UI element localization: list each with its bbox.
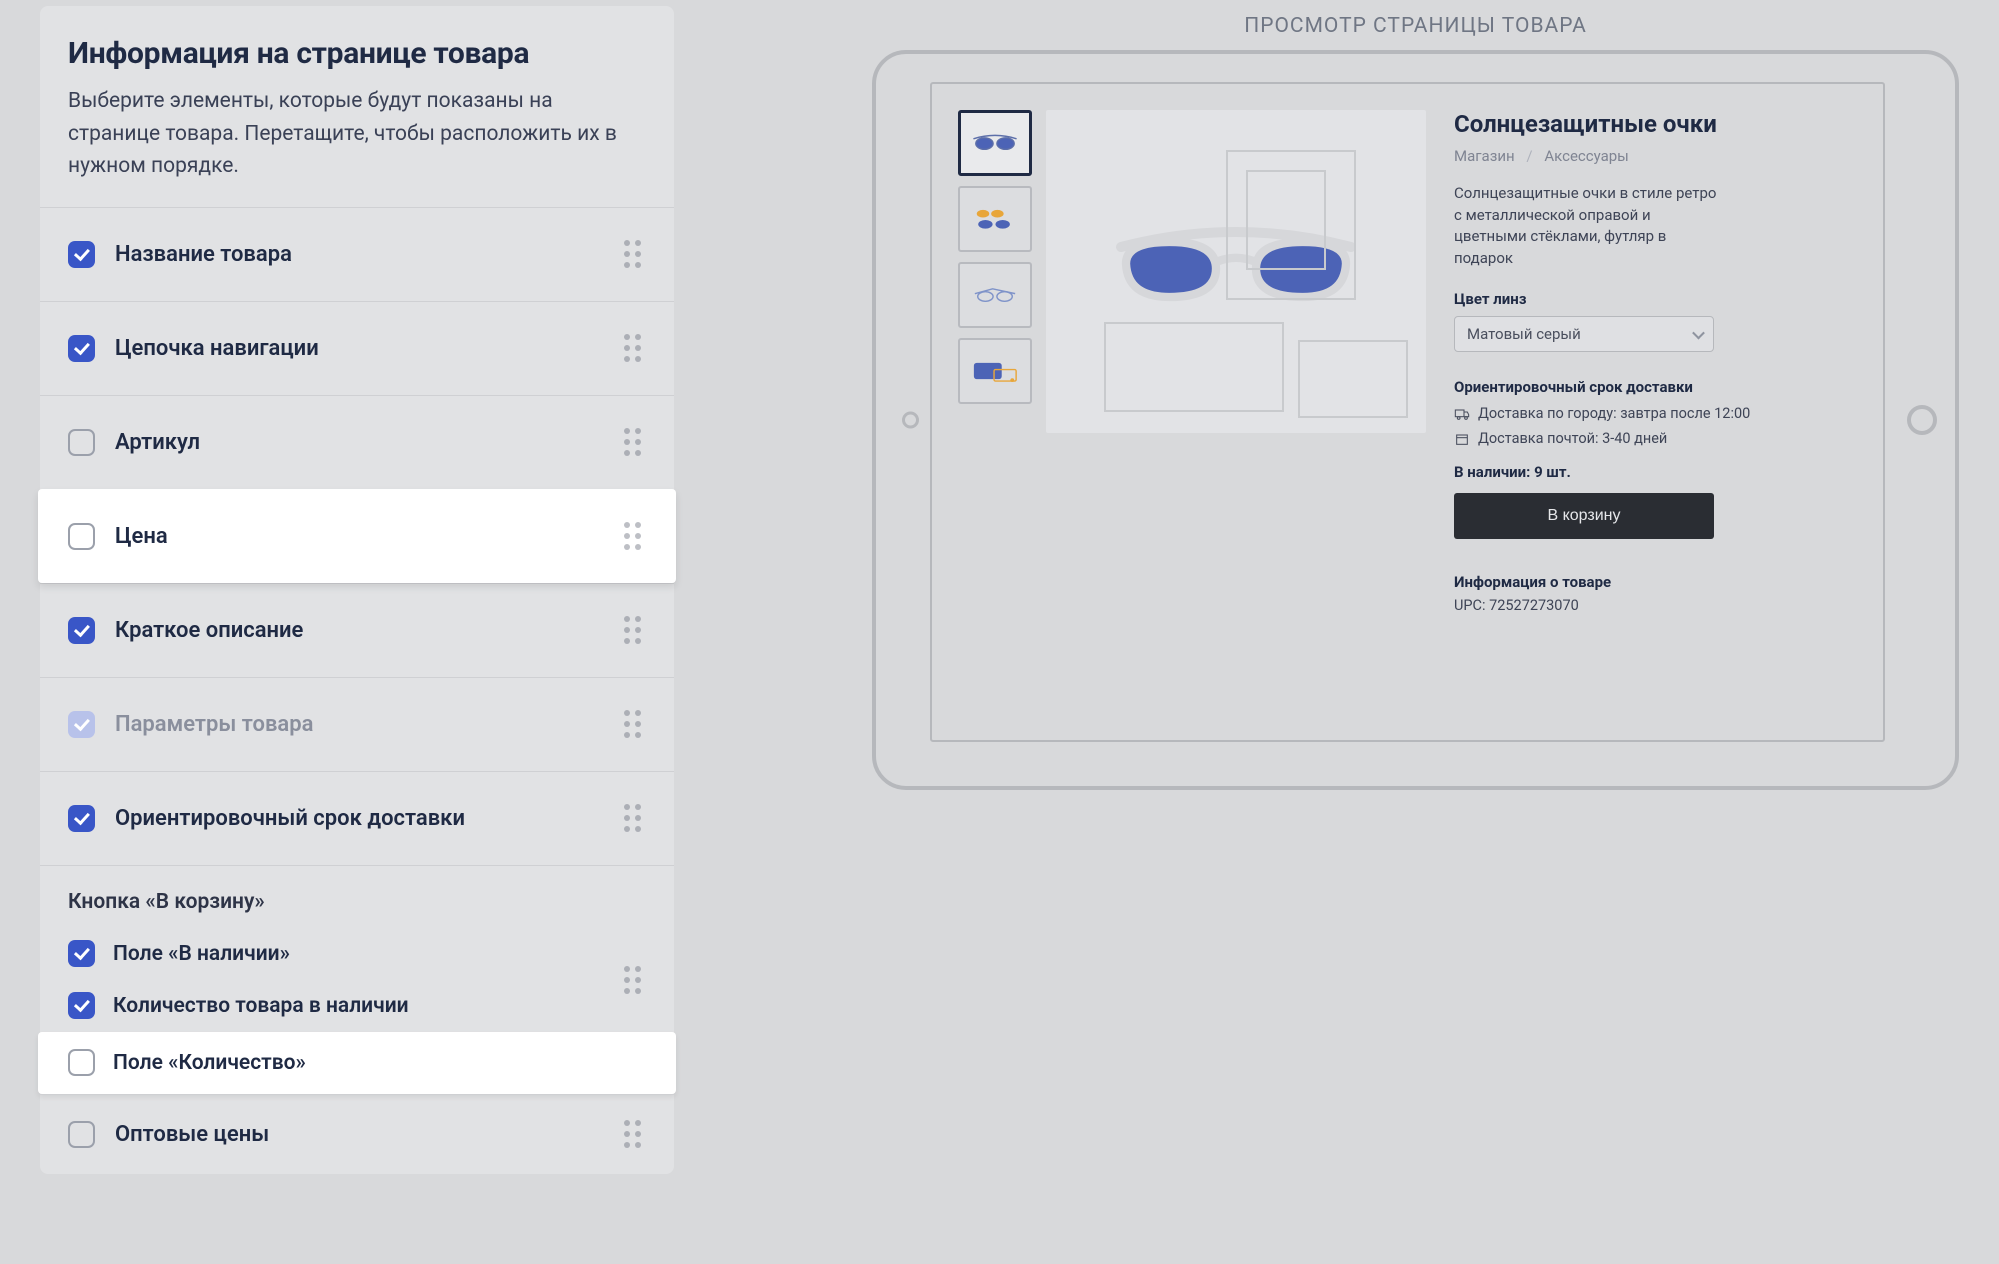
checkbox-unchecked[interactable] bbox=[68, 429, 95, 456]
lens-color-select[interactable]: Матовый серый bbox=[1454, 316, 1714, 352]
breadcrumb-separator: / bbox=[1526, 147, 1532, 165]
stock-text: В наличии: 9 шт. bbox=[1454, 463, 1855, 481]
delivery-line-post: Доставка почтой: 3-40 дней bbox=[1454, 430, 1855, 447]
delivery-truck-icon bbox=[1454, 406, 1470, 422]
delivery-text: Доставка почтой: 3-40 дней bbox=[1478, 430, 1667, 447]
setting-label: Артикул bbox=[115, 430, 200, 455]
settings-list: Название товара Цепочка навигации Артику… bbox=[40, 207, 674, 1174]
checkbox-checked[interactable] bbox=[68, 617, 95, 644]
delivery-header: Ориентировочный срок доставки bbox=[1454, 378, 1855, 398]
tablet-frame: Солнцезащитные очки Магазин / Аксессуары… bbox=[872, 50, 1959, 790]
setting-row-options[interactable]: Параметры товара bbox=[40, 677, 674, 771]
preview-heading: ПРОСМОТР СТРАНИЦЫ ТОВАРА bbox=[872, 14, 1959, 38]
drag-handle-icon[interactable] bbox=[624, 522, 646, 550]
setting-label: Название товара bbox=[115, 242, 292, 267]
drag-handle-icon[interactable] bbox=[624, 428, 646, 456]
checkbox-unchecked[interactable] bbox=[68, 523, 95, 550]
product-info: Солнцезащитные очки Магазин / Аксессуары… bbox=[1454, 110, 1855, 714]
delivery-line-local: Доставка по городу: завтра после 12:00 bbox=[1454, 405, 1855, 422]
panel-title: Информация на странице товара bbox=[68, 36, 646, 71]
drag-handle-icon[interactable] bbox=[624, 966, 646, 994]
checkbox-checked[interactable] bbox=[68, 335, 95, 362]
drag-handle-icon[interactable] bbox=[624, 710, 646, 738]
tablet-side-button-icon bbox=[1907, 405, 1937, 435]
setting-label: Поле «В наличии» bbox=[113, 942, 290, 966]
setting-row-delivery[interactable]: Ориентировочный срок доставки bbox=[40, 771, 674, 865]
product-info-header: Информация о товаре bbox=[1454, 573, 1855, 591]
delivery-text: Доставка по городу: завтра после 12:00 bbox=[1478, 405, 1750, 422]
tablet-home-icon bbox=[902, 412, 919, 429]
setting-row-breadcrumbs[interactable]: Цепочка навигации bbox=[40, 301, 674, 395]
checkbox-unchecked[interactable] bbox=[68, 1049, 95, 1076]
setting-row-stock-qty[interactable]: Количество товара в наличии bbox=[68, 980, 646, 1032]
thumbnail-4[interactable] bbox=[958, 338, 1032, 404]
drag-handle-icon[interactable] bbox=[624, 616, 646, 644]
checkbox-locked bbox=[68, 711, 95, 738]
setting-label: Параметры товара bbox=[115, 712, 313, 737]
breadcrumb: Магазин / Аксессуары bbox=[1454, 147, 1855, 165]
product-upc: UPC: 72527273070 bbox=[1454, 597, 1855, 614]
checkbox-checked[interactable] bbox=[68, 805, 95, 832]
product-title: Солнцезащитные очки bbox=[1454, 110, 1855, 139]
setting-row-instock-field[interactable]: Поле «В наличии» bbox=[68, 928, 646, 980]
setting-row-short-desc[interactable]: Краткое описание bbox=[40, 583, 674, 677]
glasses-icon bbox=[971, 133, 1019, 152]
glasses-case-icon bbox=[971, 359, 1019, 383]
panel-subtitle: Выберите элементы, которые будут показан… bbox=[68, 85, 618, 183]
thumbnail-2[interactable] bbox=[958, 186, 1032, 252]
thumbnail-1[interactable] bbox=[958, 110, 1032, 176]
setting-group-cart: Кнопка «В корзину» Поле «В наличии» Коли… bbox=[40, 865, 674, 1094]
group-title: Кнопка «В корзину» bbox=[68, 890, 646, 914]
preview-screen: Солнцезащитные очки Магазин / Аксессуары… bbox=[930, 82, 1885, 742]
package-icon bbox=[1454, 431, 1470, 447]
setting-row-price[interactable]: Цена bbox=[38, 489, 676, 583]
setting-label: Краткое описание bbox=[115, 618, 303, 643]
option-label: Цвет линз bbox=[1454, 290, 1855, 308]
drag-handle-icon[interactable] bbox=[624, 334, 646, 362]
add-to-cart-button[interactable]: В корзину bbox=[1454, 493, 1714, 539]
breadcrumb-item[interactable]: Магазин bbox=[1454, 147, 1515, 165]
thumbnail-3[interactable] bbox=[958, 262, 1032, 328]
setting-label: Оптовые цены bbox=[115, 1122, 269, 1147]
setting-row-sku[interactable]: Артикул bbox=[40, 395, 674, 489]
setting-row-wholesale[interactable]: Оптовые цены bbox=[40, 1094, 674, 1174]
glasses-angled-icon bbox=[971, 285, 1019, 304]
setting-label: Цена bbox=[115, 524, 168, 549]
breadcrumb-item[interactable]: Аксессуары bbox=[1544, 147, 1629, 165]
setting-label: Ориентировочный срок доставки bbox=[115, 806, 465, 831]
checkbox-unchecked[interactable] bbox=[68, 1121, 95, 1148]
drag-handle-icon[interactable] bbox=[624, 804, 646, 832]
glasses-large-icon bbox=[1111, 222, 1361, 322]
setting-row-product-name[interactable]: Название товара bbox=[40, 207, 674, 301]
setting-label: Поле «Количество» bbox=[113, 1051, 306, 1075]
checkbox-checked[interactable] bbox=[68, 940, 95, 967]
drag-handle-icon[interactable] bbox=[624, 1120, 646, 1148]
glasses-multi-icon bbox=[971, 207, 1019, 231]
setting-label: Количество товара в наличии bbox=[113, 994, 409, 1018]
product-description: Солнцезащитные очки в стиле ретро с мета… bbox=[1454, 183, 1724, 270]
setting-label: Цепочка навигации bbox=[115, 336, 319, 361]
drag-handle-icon[interactable] bbox=[624, 240, 646, 268]
select-value: Матовый серый bbox=[1467, 325, 1581, 343]
main-product-image bbox=[1046, 110, 1426, 433]
checkbox-checked[interactable] bbox=[68, 241, 95, 268]
product-gallery bbox=[958, 110, 1426, 714]
setting-row-qty-field[interactable]: Поле «Количество» bbox=[38, 1032, 676, 1094]
checkbox-checked[interactable] bbox=[68, 992, 95, 1019]
chevron-down-icon bbox=[1692, 327, 1705, 340]
